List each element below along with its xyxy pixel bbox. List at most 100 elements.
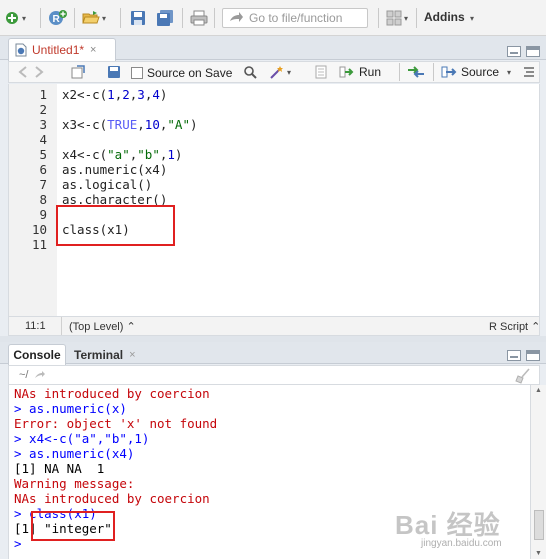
separator (214, 8, 215, 28)
line-number: 1 (39, 87, 47, 102)
tab-untitled1[interactable]: Untitled1* × (8, 38, 116, 61)
console-line: [1] NA NA 1 (14, 461, 105, 476)
line-number: 3 (39, 117, 47, 132)
editor-window-controls (507, 46, 540, 57)
tab-console-label: Console (13, 348, 61, 362)
code-line[interactable]: x2<-c(1,2,3,4) (62, 87, 167, 102)
console-tab-bar: Console Terminal × (0, 342, 546, 365)
console-line: NAs introduced by coercion (14, 386, 210, 401)
source-on-save-toggle[interactable]: Source on Save (131, 66, 232, 80)
console-line: Warning message: (14, 476, 135, 491)
open-file-button[interactable]: ▾ (82, 10, 106, 26)
code-tools-button[interactable]: ▾ (269, 65, 291, 79)
line-number: 4 (39, 132, 47, 147)
separator (416, 8, 417, 28)
arrow-right-icon (230, 12, 243, 22)
editor-status-bar: 11:1 (Top Level) ⌃ R Script ⌃ (8, 316, 540, 336)
addins-menu[interactable]: Addins ▾ (424, 10, 474, 24)
minimize-pane-button[interactable] (507, 46, 521, 57)
console-line: NAs introduced by coercion (14, 491, 210, 506)
source-button[interactable]: Source ▾ (441, 65, 511, 79)
chevron-down-icon: ▾ (102, 13, 107, 23)
source-on-save-label: Source on Save (147, 66, 233, 80)
notebook-icon (315, 65, 327, 79)
watermark: Bai 经验 jingyan.baidu.com (395, 505, 502, 549)
code-line[interactable]: x3<-c(TRUE,10,"A") (62, 117, 198, 132)
scope-selector[interactable]: (Top Level) ⌃ (69, 320, 136, 333)
chevron-down-icon: ▾ (404, 13, 409, 23)
file-type-selector[interactable]: R Script ⌃ (489, 320, 540, 333)
editor-toolbar: Source on Save ▾ Run Source ▾ (8, 61, 540, 83)
line-number: 2 (39, 102, 47, 117)
code-line[interactable]: as.numeric(x4) (62, 162, 167, 177)
new-project-button[interactable]: R (48, 9, 68, 27)
scroll-up-icon[interactable]: ▲ (535, 387, 542, 394)
separator (40, 8, 41, 28)
magnifier-icon (244, 66, 257, 79)
separator (61, 317, 62, 335)
compile-report-button[interactable] (315, 65, 327, 79)
maximize-pane-button[interactable] (526, 46, 540, 57)
console-line: > as.numeric(x) (14, 401, 127, 416)
line-number: 6 (39, 162, 47, 177)
folder-open-icon (82, 11, 100, 24)
console-line: > as.numeric(x4) (14, 446, 135, 461)
pane-layout-button[interactable]: ▾ (386, 10, 408, 26)
svg-text:R: R (53, 14, 61, 25)
separator (378, 8, 379, 28)
line-number: 5 (39, 147, 47, 162)
new-file-button[interactable]: ▾ (4, 10, 26, 26)
grid-layout-icon (386, 10, 402, 26)
line-number: 11 (31, 237, 47, 252)
run-label: Run (359, 65, 382, 79)
find-replace-button[interactable] (243, 65, 257, 79)
run-button[interactable]: Run (339, 65, 381, 79)
minimize-pane-button[interactable] (507, 350, 521, 361)
code-line[interactable]: as.logical() (62, 177, 152, 192)
tab-terminal[interactable]: Terminal × (74, 344, 136, 365)
separator (182, 8, 183, 28)
back-forward-buttons[interactable] (17, 65, 45, 79)
save-all-button[interactable] (156, 10, 174, 26)
chevron-down-icon[interactable]: ▾ (507, 68, 511, 77)
console-scrollbar[interactable]: ▲ ▼ (530, 385, 546, 559)
forward-arrow-icon (35, 66, 44, 78)
working-directory: ~/ (19, 369, 29, 381)
source-editor-pane: Untitled1* × Source on Save ▾ Run Source… (0, 36, 546, 336)
highlight-box-console (31, 511, 115, 541)
close-icon[interactable]: × (129, 349, 135, 361)
main-toolbar: ▾ R ▾ Go to file/function ▾ Addins ▾ (0, 0, 546, 36)
scroll-down-icon[interactable]: ▼ (535, 550, 542, 557)
print-icon (190, 10, 208, 26)
tab-console[interactable]: Console (8, 344, 66, 365)
broom-clear-icon[interactable] (515, 368, 531, 384)
source-on-save-checkbox[interactable] (131, 67, 143, 79)
goto-file-function-input[interactable]: Go to file/function (222, 8, 368, 28)
go-to-directory-icon[interactable] (34, 370, 46, 380)
save-icon (131, 11, 145, 25)
goto-placeholder: Go to file/function (249, 11, 343, 25)
tab-terminal-label: Terminal (74, 347, 124, 362)
save-icon (108, 66, 120, 78)
close-icon[interactable]: × (90, 44, 96, 56)
editor-save-button[interactable] (107, 65, 121, 79)
chevron-down-icon: ▾ (22, 13, 27, 23)
rerun-icon (408, 66, 424, 78)
document-outline-button[interactable] (523, 66, 535, 78)
maximize-pane-button[interactable] (526, 350, 540, 361)
magic-wand-icon (270, 66, 283, 79)
r-script-file-icon (15, 43, 27, 57)
watermark-logo: Bai 经验 (395, 510, 501, 540)
code-editor[interactable]: 1 x2<-c(1,2,3,4) 2 3 x3<-c(TRUE,10,"A") 4 5 x4<… (8, 84, 540, 316)
run-arrow-icon (339, 66, 354, 78)
print-button[interactable] (190, 10, 208, 26)
code-line[interactable]: x4<-c("a","b",1) (62, 147, 182, 162)
show-in-window-button[interactable] (71, 65, 85, 79)
scroll-thumb[interactable] (534, 510, 544, 540)
line-number: 10 (31, 222, 47, 237)
rerun-button[interactable] (407, 65, 425, 79)
back-arrow-icon (18, 66, 27, 78)
external-window-icon (71, 65, 85, 79)
save-button[interactable] (130, 10, 146, 26)
separator (120, 8, 121, 28)
